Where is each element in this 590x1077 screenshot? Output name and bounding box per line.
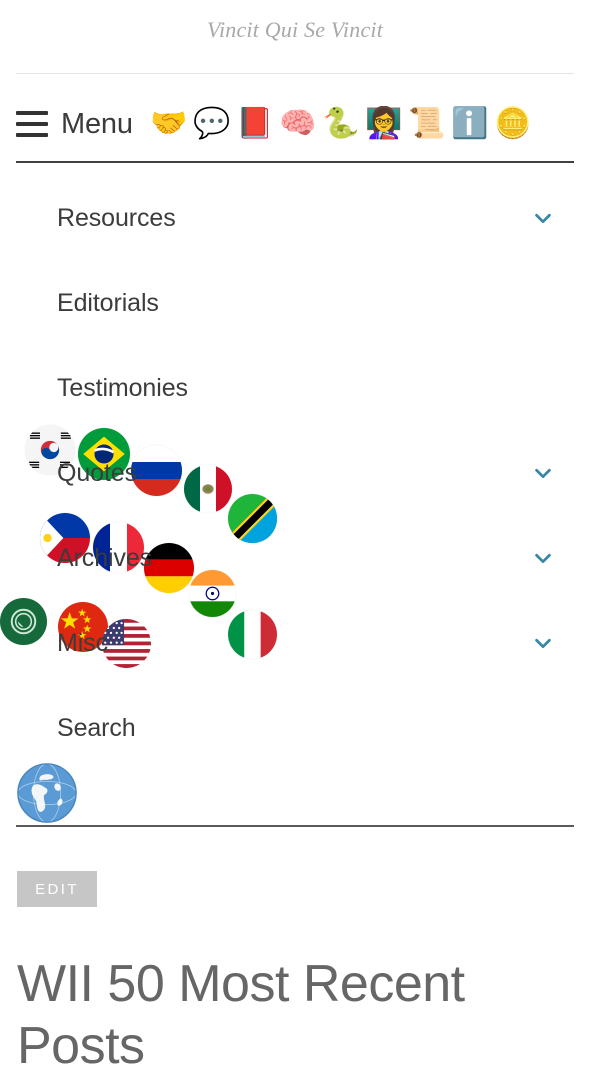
globe-europe-africa-icon[interactable] <box>16 762 78 824</box>
nav-item-search[interactable]: Search <box>0 685 590 770</box>
info-icon[interactable]: ℹ️ <box>451 105 489 143</box>
nav-item-label: Misc <box>57 628 108 657</box>
snake-apple-icon[interactable]: 🐍 <box>322 105 360 143</box>
chevron-down-icon[interactable] <box>532 462 554 484</box>
nav-item-resources[interactable]: Resources <box>0 175 590 260</box>
menu-icon-strip: 🤝 💬 📕 🧠 🐍 👩‍🏫 📜 ℹ️ 🪙 <box>150 105 532 143</box>
nav-item-label: Editorials <box>57 288 159 317</box>
nav-item-misc[interactable]: Misc <box>0 600 590 685</box>
brain-in-hand-icon[interactable]: 🧠 <box>279 105 317 143</box>
nav-item-quotes[interactable]: Quotes <box>0 430 590 515</box>
nav-item-testimonies[interactable]: Testimonies <box>0 345 590 430</box>
nav-item-archives[interactable]: Archives <box>0 515 590 600</box>
content-top-divider <box>16 825 574 827</box>
site-tagline: Vincit Qui Se Vincit <box>206 17 384 42</box>
edit-button[interactable]: EDIT <box>17 871 97 907</box>
menu-bar: Menu 🤝 💬 📕 🧠 🐍 👩‍🏫 📜 ℹ️ 🪙 <box>16 95 574 153</box>
edit-button-label: EDIT <box>35 880 79 898</box>
bible-icon[interactable]: 📕 <box>236 105 274 143</box>
menu-label[interactable]: Menu <box>61 107 133 141</box>
hamburger-menu-icon[interactable] <box>16 111 48 137</box>
nav-item-label: Resources <box>57 203 176 232</box>
speech-balloons-icon[interactable]: 💬 <box>193 105 231 143</box>
page-root: Vincit Qui Se Vincit Menu 🤝 💬 📕 🧠 🐍 👩‍🏫 … <box>0 0 590 1075</box>
chevron-down-icon[interactable] <box>532 207 554 229</box>
nav-item-label: Quotes <box>57 458 138 487</box>
chevron-down-icon[interactable] <box>532 547 554 569</box>
nav-list: Resources Editorials Testimonies Quotes … <box>0 175 590 770</box>
coin-dollar-icon[interactable]: 🪙 <box>494 105 532 143</box>
nav-item-label: Search <box>57 713 136 742</box>
chevron-down-icon[interactable] <box>532 632 554 654</box>
handshake-icon[interactable]: 🤝 <box>150 105 188 143</box>
scroll-icon[interactable]: 📜 <box>408 105 446 143</box>
nav-item-label: Testimonies <box>57 373 188 402</box>
header-divider <box>16 73 574 74</box>
nav-item-label: Archives <box>57 543 153 572</box>
page-title: WII 50 Most Recent Posts <box>17 954 465 1075</box>
teacher-icon[interactable]: 👩‍🏫 <box>365 105 403 143</box>
nav-item-editorials[interactable]: Editorials <box>0 260 590 345</box>
menu-bottom-divider <box>16 161 574 163</box>
